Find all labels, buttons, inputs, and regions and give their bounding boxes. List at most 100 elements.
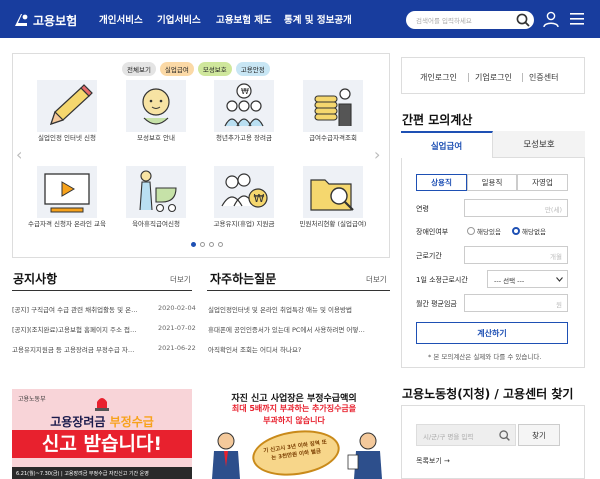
divider — [12, 290, 192, 291]
subtab-selfemployed[interactable]: 자영업 — [517, 174, 568, 191]
radio-label: 해당없음 — [522, 228, 546, 236]
subtab-daily[interactable]: 일용직 — [467, 174, 517, 191]
personal-login-link[interactable]: 개인로그인 — [420, 72, 457, 83]
business-login-link[interactable]: 기업로그인 — [475, 72, 512, 83]
next-arrow-icon[interactable]: › — [374, 145, 380, 164]
banner-headline-a: 고용장려금 — [50, 415, 110, 429]
filter-all[interactable]: 전체보기 — [122, 62, 156, 76]
tile-unemployment-online[interactable] — [37, 80, 97, 132]
tab-maternity[interactable]: 모성보호 — [493, 131, 585, 158]
top-header: 고용보험 개인서비스 기업서비스 고용보험 제도 통계 및 정보공개 검색어를 … — [0, 0, 600, 38]
report-banner-right[interactable]: 자진 신고 사업장은 부정수급액의 최대 5배까지 부과하는 추가징수금을 부과… — [198, 389, 390, 479]
banner-line: 부과하지 않습니다 — [263, 416, 325, 425]
banner-main-text: 신고 받습니다! — [12, 430, 192, 458]
age-label: 연령 — [416, 205, 429, 213]
tile-parental-leave[interactable] — [126, 166, 186, 218]
notice-item[interactable]: [공지](조치완료)고용보험 홈페이지 주소 접… — [12, 324, 152, 334]
search-icon[interactable] — [515, 12, 531, 28]
logo-text: 고용보험 — [33, 13, 78, 28]
carousel-pagination — [191, 242, 223, 247]
tile-label: 모성보호 안내 — [137, 134, 175, 142]
user-icon[interactable] — [542, 10, 560, 28]
filter-unemployment[interactable]: 실업급여 — [159, 62, 194, 76]
tile-maternity-guide[interactable] — [126, 80, 186, 132]
nav-individual[interactable]: 개인서비스 — [99, 12, 143, 26]
radio-label: 해당있음 — [477, 228, 501, 236]
hours-label: 1일 소정근로시간 — [416, 276, 468, 284]
notice-title: 공지사항 — [13, 272, 58, 286]
report-banner-left[interactable]: 고용노동부 고용장려금 부정수급 신고 받습니다! 6.21(월)~7.30(금… — [12, 389, 192, 479]
filter-employment[interactable]: 고용안정 — [235, 62, 270, 76]
siren-icon — [95, 398, 109, 411]
period-label: 근로기간 — [416, 252, 442, 260]
banner-headline-b: 부정수급 — [109, 415, 154, 429]
tile-eligibility-check[interactable] — [303, 80, 363, 132]
office-search-input[interactable]: 시/군/구 명을 입력 — [423, 431, 473, 441]
faq-item[interactable]: 실업인정인터넷 및 온라인 취업특강 애뉴 및 이용방법 — [208, 304, 388, 314]
wage-label: 월간 평균임금 — [416, 300, 457, 308]
people-won-icon: ₩ — [221, 173, 268, 208]
notice-item[interactable]: 고용유지지원금 등 고용장려금 부정수급 자… — [12, 344, 152, 354]
cert-center-link[interactable]: 인증센터 — [529, 72, 558, 83]
video-icon — [44, 173, 90, 213]
people-money-icon: ₩ — [224, 83, 264, 127]
nav-system[interactable]: 고용보험 제도 — [216, 12, 272, 26]
office-find-button[interactable]: 찾기 — [518, 424, 560, 446]
banner-headline: 고용장려금 부정수급 — [12, 413, 192, 430]
tile-label: 급여수급자격조회 — [309, 134, 357, 142]
service-filter-tabs: 전체보기 실업급여 모성보호 고용안정 — [122, 62, 270, 76]
ministry-label: 고용노동부 — [18, 396, 46, 403]
tile-complaint-status[interactable] — [303, 166, 363, 218]
banner-footer: 6.21(월)~7.30(금) | 고용장려금 부정수급 자진신고 기간 운영 — [12, 467, 192, 479]
page-dot[interactable] — [218, 242, 223, 247]
radio-icon — [467, 227, 475, 235]
faq-item[interactable]: 휴대폰에 공인인증서가 있는데 PC에서 사용하려면 어떻… — [208, 324, 388, 334]
site-logo[interactable]: 고용보험 — [12, 9, 82, 31]
nav-statistics[interactable]: 통계 및 정보공개 — [284, 12, 352, 26]
banner-line: 최대 5배까지 부과하는 추가징수금을 — [231, 404, 357, 413]
notice-more-link[interactable]: 더보기 — [170, 274, 191, 285]
tile-label: 실업인정 인터넷 신청 — [38, 134, 96, 142]
svg-text:₩: ₩ — [254, 192, 265, 205]
prev-arrow-icon[interactable]: ‹ — [16, 145, 22, 164]
coins-icon — [314, 88, 352, 126]
tab-unemployment[interactable]: 실업급여 — [401, 131, 493, 158]
disability-yes-radio[interactable]: 해당있음 — [467, 226, 501, 236]
search-box[interactable]: 검색어를 입력하세요 — [406, 11, 534, 29]
calculate-button[interactable]: 계산하기 — [416, 322, 568, 344]
tile-label: 청년추가고용 장려금 — [216, 134, 272, 142]
faq-item[interactable]: 아직확인서 조회는 어디서 하나요? — [208, 344, 388, 354]
notice-date: 2020-02-04 — [158, 304, 196, 312]
pencil-icon — [50, 84, 93, 125]
faq-title: 자주하는질문 — [210, 272, 277, 286]
disability-no-radio[interactable]: 해당없음 — [512, 226, 546, 236]
radio-selected-icon — [512, 227, 520, 235]
menu-icon[interactable] — [569, 12, 585, 26]
period-input[interactable]: 개월 — [464, 246, 568, 264]
nav-business[interactable]: 기업서비스 — [157, 12, 201, 26]
page-dot[interactable] — [191, 242, 196, 247]
disability-label: 장애인여부 — [416, 228, 449, 236]
search-icon — [499, 430, 510, 441]
folder-search-icon — [310, 179, 354, 211]
subtab-regular[interactable]: 상용직 — [416, 174, 467, 191]
faq-more-link[interactable]: 더보기 — [366, 274, 387, 285]
wage-input[interactable]: 원 — [464, 294, 568, 312]
office-search-box[interactable]: 시/군/구 명을 입력 — [416, 424, 516, 446]
calculator-title: 간편 모의계산 — [402, 113, 473, 127]
tile-label: 수급자격 신청자 온라인 교육 — [28, 220, 106, 228]
stroller-icon — [139, 170, 177, 213]
page-dot[interactable] — [200, 242, 205, 247]
age-input[interactable]: 만(세) — [464, 199, 568, 217]
filter-maternity[interactable]: 모성보호 — [197, 62, 232, 76]
search-input[interactable]: 검색어를 입력하세요 — [416, 15, 472, 25]
hours-select[interactable]: --- 선택 --- — [487, 270, 568, 288]
divider — [207, 290, 390, 291]
page-dot[interactable] — [209, 242, 214, 247]
tile-employment-retention[interactable]: ₩ — [214, 166, 274, 218]
notice-date: 2021-06-22 — [158, 344, 196, 352]
office-list-link[interactable]: 목록보기 → — [416, 456, 450, 466]
tile-youth-hiring[interactable]: ₩ — [214, 80, 274, 132]
tile-online-education[interactable] — [37, 166, 97, 218]
notice-item[interactable]: [공지] 구직급여 수급 관련 채취업활동 및 온… — [12, 304, 152, 314]
